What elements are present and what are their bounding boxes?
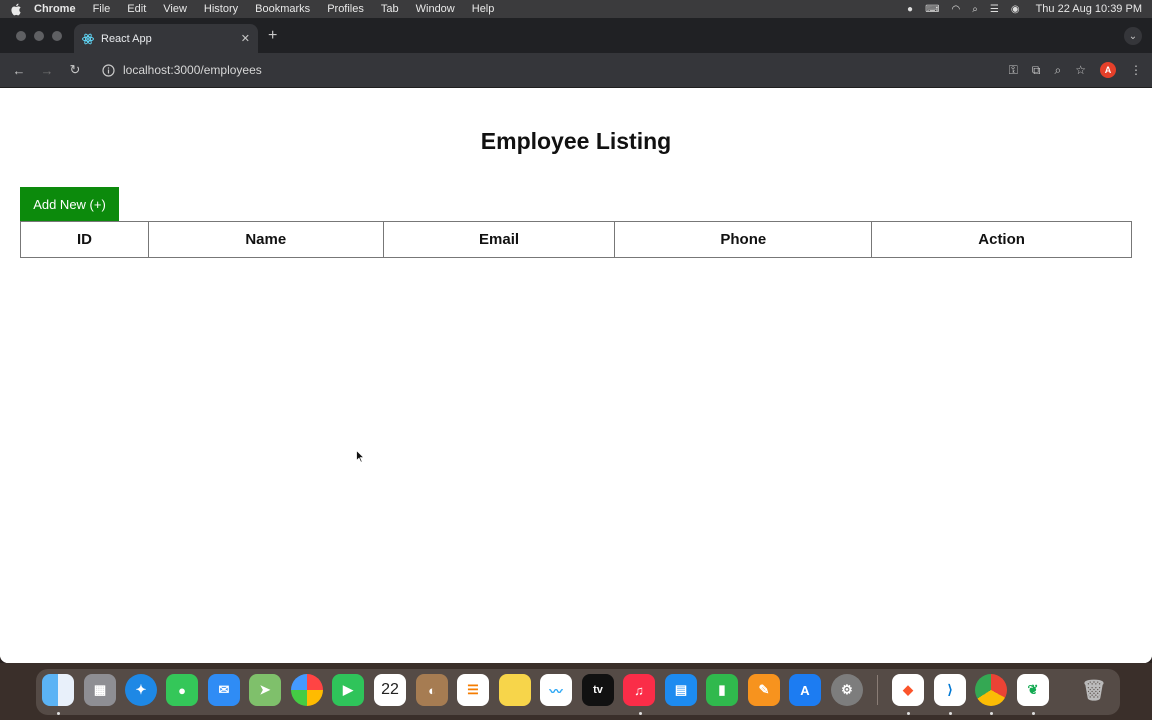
- maps-icon[interactable]: ➤: [249, 674, 281, 706]
- minimize-window-button[interactable]: [34, 31, 44, 41]
- column-header-email: Email: [382, 221, 616, 258]
- url-text[interactable]: localhost:3000/employees: [123, 63, 262, 77]
- column-header-action: Action: [871, 221, 1132, 258]
- tab-search-chevron-icon[interactable]: ⌄: [1124, 27, 1142, 45]
- column-header-phone: Phone: [614, 221, 873, 258]
- tab-close-icon[interactable]: ✕: [241, 32, 250, 45]
- calendar-day: 22: [381, 681, 399, 698]
- forward-arrow-icon[interactable]: →: [38, 63, 56, 78]
- bookmark-star-icon[interactable]: ☆: [1075, 63, 1086, 77]
- menu-bookmarks[interactable]: Bookmarks: [255, 3, 310, 15]
- menu-history[interactable]: History: [204, 3, 238, 15]
- contacts-icon[interactable]: ◐: [416, 674, 448, 706]
- menu-view[interactable]: View: [163, 3, 187, 15]
- messages-icon[interactable]: ●: [166, 674, 198, 706]
- trash-icon[interactable]: 🗑: [1078, 674, 1110, 706]
- page-title: Employee Listing: [480, 128, 672, 154]
- macos-dock: ▦ ✦ ● ✉ ➤ ▶ 22 ◐ ☰ 〰 tv ♫ ▤ ▮ ✎ A ⚙ ◆ ⟩ …: [0, 663, 1152, 720]
- window-controls: [16, 31, 62, 41]
- toolbar-actions: ⚿ ⧉ ⌕ ☆ A ⋮: [1009, 62, 1142, 78]
- music-icon[interactable]: ♫: [623, 674, 655, 706]
- menu-file[interactable]: File: [93, 3, 111, 15]
- mongodb-running-indicator: [1032, 712, 1035, 715]
- add-new-button[interactable]: Add New (+): [20, 187, 119, 222]
- facetime-icon[interactable]: ▶: [332, 674, 364, 706]
- system-settings-icon[interactable]: ⚙: [831, 674, 863, 706]
- close-window-button[interactable]: [16, 31, 26, 41]
- zoom-icon[interactable]: ⌕: [1055, 63, 1062, 78]
- menu-tab[interactable]: Tab: [381, 3, 399, 15]
- chrome-window: React App ✕ + ⌄ ← → ↻ localhost:3000/emp…: [0, 18, 1152, 663]
- mouse-pointer-icon: [356, 450, 365, 463]
- new-tab-button[interactable]: +: [268, 27, 277, 45]
- reminders-icon[interactable]: ☰: [457, 674, 489, 706]
- back-arrow-icon[interactable]: ←: [10, 63, 28, 78]
- site-info-icon[interactable]: [102, 63, 115, 77]
- react-favicon-icon: [82, 33, 94, 44]
- browser-toolbar: ← → ↻ localhost:3000/employees ⚿ ⧉ ⌕ ☆ A…: [0, 53, 1152, 88]
- photos-icon[interactable]: [291, 674, 323, 706]
- chrome-running-indicator: [990, 712, 993, 715]
- apple-tv-icon[interactable]: tv: [582, 674, 614, 706]
- password-key-icon[interactable]: ⚿: [1009, 63, 1018, 78]
- column-header-name: Name: [147, 221, 384, 258]
- siri-icon[interactable]: ◉: [1011, 4, 1020, 15]
- music-running-indicator: [639, 712, 642, 715]
- employee-table: ID Name Email Phone Action: [20, 221, 1132, 258]
- table-header-row: ID Name Email Phone Action: [20, 221, 1132, 258]
- tab-title: React App: [101, 32, 152, 45]
- tab-react-app[interactable]: React App ✕: [74, 24, 258, 53]
- menu-profiles[interactable]: Profiles: [327, 3, 364, 15]
- control-center-icon[interactable]: ☰: [990, 4, 999, 15]
- apple-tv-label: tv: [593, 684, 603, 696]
- install-app-icon[interactable]: ⧉: [1032, 63, 1041, 78]
- menu-help[interactable]: Help: [472, 3, 495, 15]
- chrome-icon[interactable]: [975, 674, 1007, 706]
- safari-icon[interactable]: ✦: [125, 674, 157, 706]
- finder-running-indicator: [57, 712, 60, 715]
- menubar-clock[interactable]: Thu 22 Aug 10:39 PM: [1036, 3, 1142, 15]
- freeform-icon[interactable]: 〰: [540, 674, 572, 706]
- reload-icon[interactable]: ↻: [66, 62, 84, 78]
- vscode-icon[interactable]: ⟩: [934, 674, 966, 706]
- app-store-icon[interactable]: A: [789, 674, 821, 706]
- profile-avatar[interactable]: A: [1100, 62, 1116, 78]
- dock-separator: [877, 675, 878, 705]
- calendar-icon[interactable]: 22: [374, 674, 406, 706]
- apple-logo-icon[interactable]: [10, 3, 22, 16]
- menubar-status-area: ● ⌨ ◠ ⌕ ☰ ◉ Thu 22 Aug 10:39 PM: [907, 3, 1142, 15]
- menu-app-chrome[interactable]: Chrome: [34, 3, 76, 15]
- tab-strip: React App ✕ + ⌄: [0, 18, 1152, 53]
- chrome-menu-icon[interactable]: ⋮: [1130, 63, 1142, 77]
- macos-menu-bar: Chrome File Edit View History Bookmarks …: [0, 0, 1152, 18]
- menu-window[interactable]: Window: [416, 3, 455, 15]
- column-header-id: ID: [20, 221, 149, 258]
- finder-icon[interactable]: [42, 674, 74, 706]
- zoom-window-button[interactable]: [52, 31, 62, 41]
- launchpad-icon[interactable]: ▦: [84, 674, 116, 706]
- web-page-content: Employee Listing Add New (+) ID Name Ema…: [0, 88, 1152, 663]
- keynote-icon[interactable]: ▤: [665, 674, 697, 706]
- wifi-icon[interactable]: ◠: [952, 4, 961, 15]
- mail-icon[interactable]: ✉: [208, 674, 240, 706]
- numbers-icon[interactable]: ▮: [706, 674, 738, 706]
- spotlight-search-icon[interactable]: ⌕: [972, 4, 978, 15]
- pages-icon[interactable]: ✎: [748, 674, 780, 706]
- keyboard-input-icon[interactable]: ⌨: [925, 4, 939, 15]
- mongodb-compass-icon[interactable]: ❦: [1017, 674, 1049, 706]
- screen-record-icon[interactable]: ●: [907, 4, 913, 15]
- brave-browser-icon[interactable]: ◆: [892, 674, 924, 706]
- notes-icon[interactable]: [499, 674, 531, 706]
- menu-edit[interactable]: Edit: [127, 3, 146, 15]
- brave-running-indicator: [907, 712, 910, 715]
- vscode-running-indicator: [949, 712, 952, 715]
- address-bar[interactable]: localhost:3000/employees: [96, 58, 1009, 82]
